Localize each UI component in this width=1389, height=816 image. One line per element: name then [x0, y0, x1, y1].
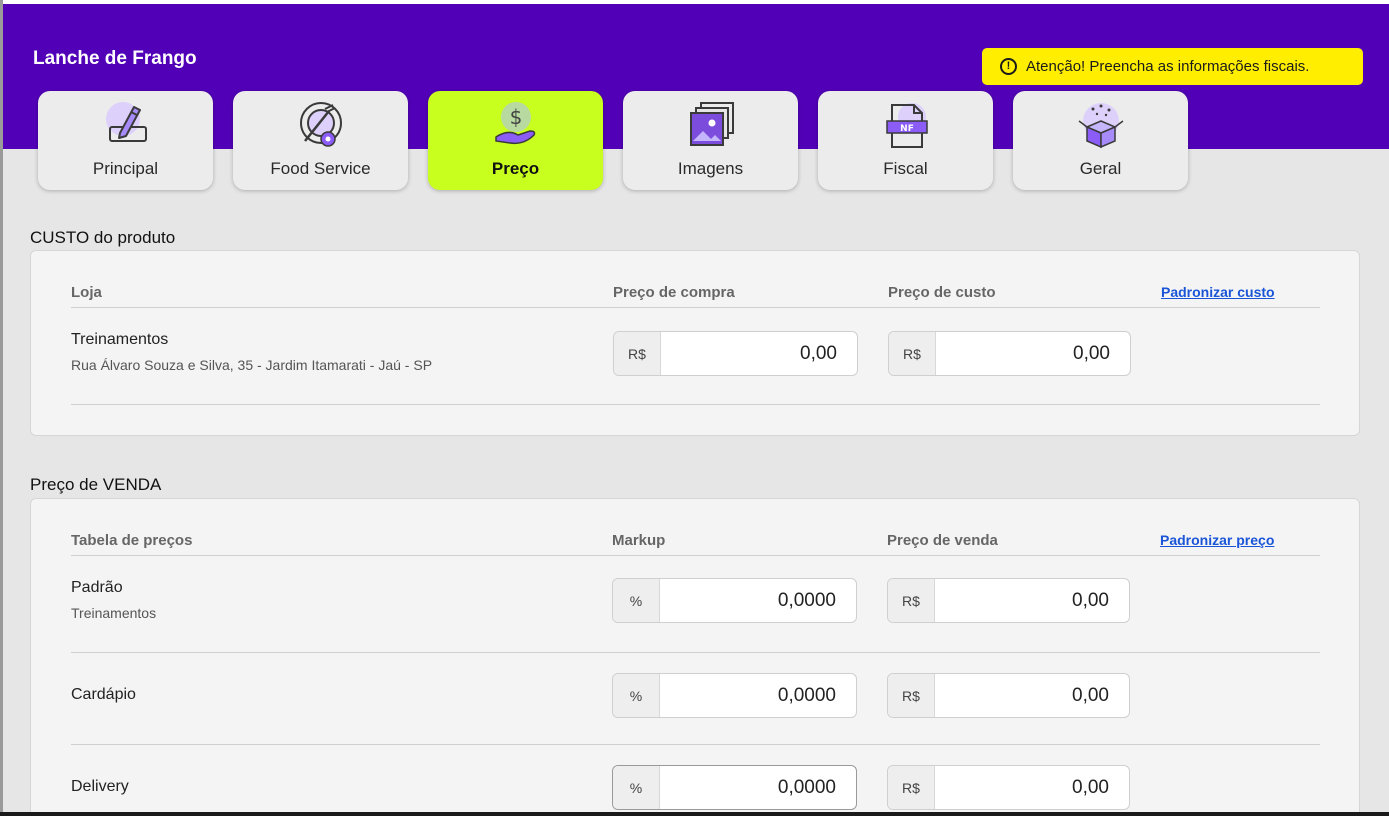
divider [71, 307, 1320, 308]
money-hand-icon: $ [495, 102, 536, 145]
price-table-name: Delivery [71, 778, 129, 795]
currency-prefix: R$ [888, 579, 935, 622]
svg-text:NF: NF [900, 124, 914, 134]
window-left-border [0, 0, 3, 816]
divider [71, 652, 1320, 653]
alert-text: Atenção! Preencha as informações fiscais… [1026, 58, 1310, 75]
col-header-sale-price: Preço de venda [887, 532, 998, 549]
images-icon [690, 102, 734, 146]
sale-price-value[interactable]: 0,00 [935, 766, 1129, 809]
markup-input[interactable]: % 0,0000 [612, 765, 857, 810]
sale-card: Tabela de preços Markup Preço de venda P… [30, 498, 1360, 816]
box-icon [1078, 103, 1124, 149]
tab-label: Imagens [677, 159, 744, 178]
tab-imagens[interactable]: Imagens [623, 91, 798, 190]
currency-prefix: R$ [888, 674, 935, 717]
markup-value[interactable]: 0,0000 [660, 579, 856, 622]
percent-prefix: % [613, 674, 660, 717]
product-title: Lanche de Frango [33, 48, 197, 69]
divider [71, 744, 1320, 745]
tab-label: Fiscal [883, 159, 928, 178]
standardize-cost-link[interactable]: Padronizar custo [1161, 284, 1275, 300]
tab-food-service[interactable]: Food Service [233, 91, 408, 190]
plate-icon [300, 102, 342, 147]
store-address: Rua Álvaro Souza e Silva, 35 - Jardim It… [71, 357, 433, 373]
sale-price-value[interactable]: 0,00 [935, 579, 1129, 622]
sale-price-input[interactable]: R$ 0,00 [887, 765, 1130, 810]
divider [71, 555, 1320, 556]
tab-fiscal[interactable]: NF Fiscal [818, 91, 993, 190]
window-bottom-border [0, 812, 1389, 816]
store-name: Treinamentos [71, 331, 169, 348]
tab-label: Preço [491, 159, 540, 178]
sale-section-title: Preço de VENDA [30, 475, 162, 494]
tab-preco[interactable]: $ Preço [428, 91, 603, 190]
cost-price-value[interactable]: 0,00 [936, 332, 1130, 375]
percent-prefix: % [613, 766, 660, 809]
col-header-markup: Markup [612, 532, 666, 549]
purchase-price-input[interactable]: R$ 0,00 [613, 331, 858, 376]
sale-price-input[interactable]: R$ 0,00 [887, 673, 1130, 718]
tab-label: Geral [1079, 159, 1122, 178]
currency-prefix: R$ [614, 332, 661, 375]
fiscal-alert-badge[interactable]: ! Atenção! Preencha as informações fisca… [982, 48, 1363, 85]
markup-input[interactable]: % 0,0000 [612, 673, 857, 718]
col-header-purchase-price: Preço de compra [613, 284, 735, 301]
markup-value[interactable]: 0,0000 [660, 766, 856, 809]
price-table-name: Padrão [71, 579, 123, 596]
markup-value[interactable]: 0,0000 [660, 674, 856, 717]
cost-section-title: CUSTO do produto [30, 228, 176, 247]
currency-prefix: R$ [889, 332, 936, 375]
pencil-icon [106, 102, 147, 142]
col-header-store: Loja [71, 284, 102, 301]
sale-price-value[interactable]: 0,00 [935, 674, 1129, 717]
tab-principal[interactable]: Principal [38, 91, 213, 190]
price-table-store: Treinamentos [71, 605, 157, 621]
cost-price-input[interactable]: R$ 0,00 [888, 331, 1131, 376]
price-table-name: Cardápio [71, 686, 136, 703]
svg-text:$: $ [510, 105, 523, 129]
percent-prefix: % [613, 579, 660, 622]
markup-input[interactable]: % 0,0000 [612, 578, 857, 623]
tab-geral[interactable]: Geral [1013, 91, 1188, 190]
tab-label: Food Service [270, 159, 371, 178]
cost-card: Loja Preço de compra Preço de custo Padr… [30, 250, 1360, 436]
standardize-price-link[interactable]: Padronizar preço [1160, 532, 1274, 548]
tab-label: Principal [92, 159, 159, 178]
sale-price-input[interactable]: R$ 0,00 [887, 578, 1130, 623]
divider [71, 404, 1320, 405]
purchase-price-value[interactable]: 0,00 [661, 332, 857, 375]
currency-prefix: R$ [888, 766, 935, 809]
warning-icon: ! [1000, 58, 1017, 75]
col-header-cost-price: Preço de custo [888, 284, 996, 301]
col-header-price-table: Tabela de preços [71, 532, 193, 549]
invoice-icon: NF [886, 103, 928, 148]
